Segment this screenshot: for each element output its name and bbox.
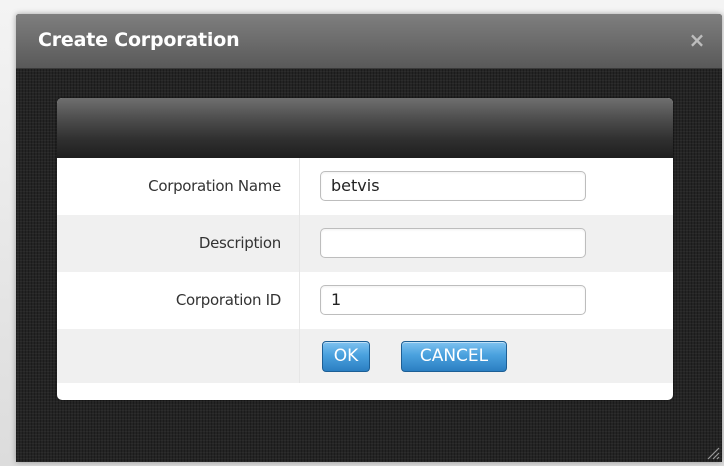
form-panel: Corporation Name betvis Description Corp… bbox=[57, 98, 673, 400]
create-corporation-dialog: Create Corporation × Corporation Name be… bbox=[16, 14, 722, 462]
row-divider bbox=[299, 158, 300, 215]
description-label: Description bbox=[198, 234, 281, 252]
row-divider bbox=[299, 329, 300, 383]
form-panel-header bbox=[57, 98, 673, 158]
description-input[interactable] bbox=[320, 228, 586, 258]
row-divider bbox=[299, 272, 300, 329]
row-divider bbox=[299, 215, 300, 272]
dialog-title-bar[interactable]: Create Corporation × bbox=[16, 14, 722, 69]
dialog-title: Create Corporation bbox=[38, 29, 240, 51]
corporation-name-label: Corporation Name bbox=[148, 177, 281, 195]
resize-grip-icon[interactable] bbox=[704, 444, 720, 460]
corporation-id-label: Corporation ID bbox=[175, 291, 281, 309]
corporation-id-input[interactable]: 1 bbox=[320, 285, 586, 315]
cancel-button[interactable]: CANCEL bbox=[401, 341, 507, 372]
corporation-id-row: Corporation ID 1 bbox=[57, 272, 673, 329]
description-row: Description bbox=[57, 215, 673, 272]
button-row: OK CANCEL bbox=[57, 329, 673, 383]
ok-button[interactable]: OK bbox=[322, 341, 370, 372]
corporation-name-input[interactable]: betvis bbox=[320, 171, 586, 201]
corporation-name-row: Corporation Name betvis bbox=[57, 158, 673, 215]
close-icon[interactable]: × bbox=[686, 28, 708, 52]
